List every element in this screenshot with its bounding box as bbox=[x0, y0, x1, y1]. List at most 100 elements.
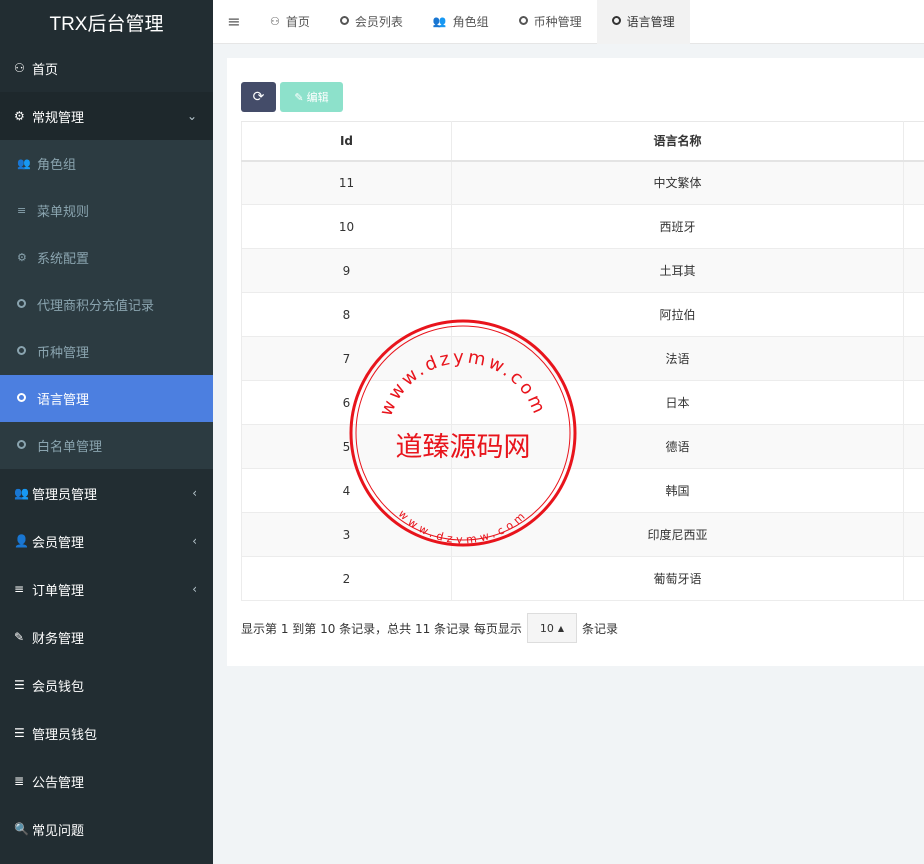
pager-suffix: 条记录 bbox=[582, 621, 619, 636]
sidebar-item-notice-manage[interactable]: ≣ 公告管理 bbox=[0, 757, 213, 805]
column-header-id[interactable]: Id bbox=[241, 121, 452, 162]
user-icon: 👤 bbox=[14, 534, 29, 548]
cell-id: 9 bbox=[241, 248, 452, 293]
tab-member-list[interactable]: 会员列表 bbox=[325, 0, 418, 44]
sidebar-item-agent-recharge[interactable]: 代理商积分充值记录 bbox=[0, 281, 213, 328]
sidebar-item-whitelist[interactable]: 白名单管理 bbox=[0, 422, 213, 469]
cell-extra bbox=[903, 424, 924, 469]
table-row[interactable]: 9 土耳其 bbox=[241, 248, 924, 293]
tab-label: 币种管理 bbox=[533, 15, 582, 29]
tab-home[interactable]: ⚇ 首页 bbox=[255, 0, 325, 44]
table-row[interactable]: 6 日本 bbox=[241, 380, 924, 425]
sidebar-item-order-manage[interactable]: ≡ 订单管理 ‹ bbox=[0, 565, 213, 613]
topbar: ≡ ⚇ 首页 会员列表 👥 角色组 币种管理 语言管理 bbox=[213, 0, 924, 44]
pencil-icon: ✎ bbox=[294, 90, 304, 104]
sidebar-item-label: 管理员管理 bbox=[32, 487, 98, 503]
tab-label: 角色组 bbox=[452, 15, 489, 29]
app-title: TRX后台管理 bbox=[0, 0, 213, 44]
table-header-row: Id 语言名称 bbox=[241, 121, 924, 162]
cell-language-name: 印度尼西亚 bbox=[451, 512, 904, 557]
dashboard-icon: ⚇ bbox=[270, 15, 280, 28]
bars-icon: ≡ bbox=[17, 204, 27, 217]
cell-language-name: 西班牙 bbox=[451, 204, 904, 249]
sidebar-item-home[interactable]: ⚇ 首页 bbox=[0, 44, 213, 92]
circle-icon bbox=[17, 298, 37, 311]
tab-label: 语言管理 bbox=[626, 15, 675, 29]
cell-extra bbox=[903, 556, 924, 601]
cell-extra bbox=[903, 468, 924, 513]
sidebar-item-currency[interactable]: 币种管理 bbox=[0, 328, 213, 375]
sidebar-item-faq[interactable]: 🔍 常见问题 bbox=[0, 805, 213, 853]
cell-id: 8 bbox=[241, 292, 452, 337]
hamburger-menu-icon[interactable]: ≡ bbox=[213, 12, 255, 31]
cell-id: 2 bbox=[241, 556, 452, 601]
circle-icon bbox=[611, 15, 621, 28]
sidebar-item-admin-manage[interactable]: 👥 管理员管理 ‹ bbox=[0, 469, 213, 517]
circle-icon bbox=[339, 15, 349, 28]
cell-id: 5 bbox=[241, 424, 452, 469]
dashboard-icon: ⚇ bbox=[14, 61, 25, 75]
cell-extra bbox=[903, 336, 924, 381]
cell-extra bbox=[903, 380, 924, 425]
sidebar-item-role-group[interactable]: 👥 角色组 bbox=[0, 140, 213, 187]
refresh-button[interactable]: ⟳ bbox=[241, 82, 276, 112]
table-row[interactable]: 2 葡萄牙语 bbox=[241, 556, 924, 601]
sidebar-item-label: 财务管理 bbox=[32, 631, 85, 647]
pager-summary: 显示第 1 到第 10 条记录，总共 11 条记录 每页显示 bbox=[241, 621, 522, 636]
sidebar-item-system-config[interactable]: ⚙ 系统配置 bbox=[0, 234, 213, 281]
sidebar-item-label: 角色组 bbox=[37, 158, 77, 173]
column-header-language-name[interactable]: 语言名称 bbox=[451, 121, 904, 162]
table-row[interactable]: 8 阿拉伯 bbox=[241, 292, 924, 337]
table-row[interactable]: 7 法语 bbox=[241, 336, 924, 381]
users-icon: 👥 bbox=[17, 157, 31, 170]
sidebar-item-finance-manage[interactable]: ✎ 财务管理 bbox=[0, 613, 213, 661]
sidebar-item-general[interactable]: ⚙ 常规管理 ⌄ bbox=[0, 92, 213, 140]
tab-bar: ⚇ 首页 会员列表 👥 角色组 币种管理 语言管理 bbox=[255, 0, 690, 44]
sidebar-item-member-wallet[interactable]: ☰ 会员钱包 bbox=[0, 661, 213, 709]
edit-icon: ✎ bbox=[14, 630, 25, 644]
sidebar-item-member-manage[interactable]: 👤 会员管理 ‹ bbox=[0, 517, 213, 565]
cell-id: 11 bbox=[241, 160, 452, 205]
table-row[interactable]: 10 西班牙 bbox=[241, 204, 924, 249]
cell-id: 4 bbox=[241, 468, 452, 513]
caret-up-icon: ▲ bbox=[557, 623, 565, 633]
chevron-left-icon: ‹ bbox=[192, 486, 197, 500]
chevron-left-icon: ‹ bbox=[192, 582, 197, 596]
circle-icon bbox=[17, 345, 37, 358]
sidebar-item-label: 语言管理 bbox=[37, 393, 90, 408]
cell-language-name: 中文繁体 bbox=[451, 160, 904, 205]
language-table: Id 语言名称 11 中文繁体 10 西班牙 9 土耳其 8 阿拉伯 7 法语 6 日本 5 德语 4 韩国 3… bbox=[241, 121, 924, 601]
circle-icon bbox=[17, 392, 37, 405]
search-icon: 🔍 bbox=[14, 822, 29, 836]
table-row[interactable]: 5 德语 bbox=[241, 424, 924, 469]
tab-language[interactable]: 语言管理 bbox=[596, 0, 690, 44]
refresh-icon: ⟳ bbox=[252, 89, 265, 105]
sidebar-item-label: 白名单管理 bbox=[37, 440, 103, 455]
tab-label: 会员列表 bbox=[354, 15, 403, 29]
sidebar-item-label: 管理员钱包 bbox=[32, 727, 98, 743]
sidebar-item-label: 会员钱包 bbox=[32, 679, 85, 695]
table-row[interactable]: 3 印度尼西亚 bbox=[241, 512, 924, 557]
cell-id: 10 bbox=[241, 204, 452, 249]
tab-currency[interactable]: 币种管理 bbox=[504, 0, 597, 44]
sidebar-item-label: 常规管理 bbox=[32, 110, 85, 126]
sidebar-item-admin-wallet[interactable]: ☰ 管理员钱包 bbox=[0, 709, 213, 757]
cell-extra bbox=[903, 160, 924, 205]
page-size-select[interactable]: 10 ▲ bbox=[526, 613, 578, 643]
cell-extra bbox=[903, 248, 924, 293]
circle-icon bbox=[518, 15, 528, 28]
table-row[interactable]: 11 中文繁体 bbox=[241, 160, 924, 205]
sidebar-item-label: 菜单规则 bbox=[37, 205, 90, 220]
cell-extra bbox=[903, 512, 924, 557]
sidebar-item-label: 系统配置 bbox=[37, 252, 90, 267]
table-row[interactable]: 4 韩国 bbox=[241, 468, 924, 513]
edit-button[interactable]: ✎ 编辑 bbox=[280, 82, 343, 112]
sidebar-item-label: 首页 bbox=[32, 62, 59, 78]
sidebar-item-menu-rules[interactable]: ≡ 菜单规则 bbox=[0, 187, 213, 234]
sidebar-item-language[interactable]: 语言管理 bbox=[0, 375, 213, 422]
tab-role-group[interactable]: 👥 角色组 bbox=[418, 0, 504, 44]
list-ul-icon: ☰ bbox=[14, 726, 25, 740]
column-header-extra bbox=[903, 121, 924, 162]
cell-language-name: 法语 bbox=[451, 336, 904, 381]
users-icon: 👥 bbox=[432, 15, 447, 28]
